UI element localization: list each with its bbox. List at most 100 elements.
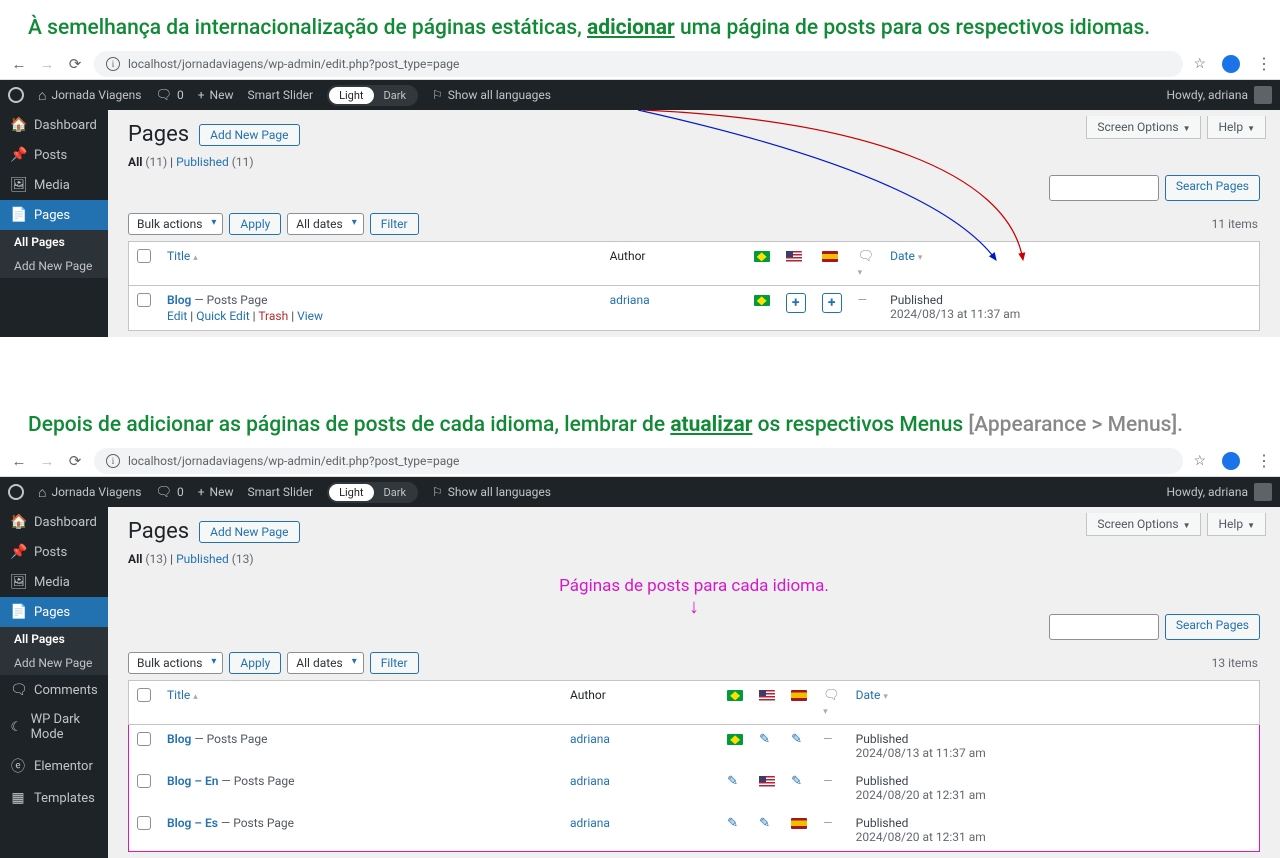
row-checkbox[interactable] <box>137 293 151 307</box>
filter-all[interactable]: All <box>128 155 142 169</box>
profile-avatar[interactable] <box>1222 452 1240 470</box>
sidebar-dashboard[interactable]: 🏠Dashboard <box>0 507 108 537</box>
search-pages-button[interactable]: Search Pages <box>1165 614 1260 640</box>
sidebar-pages[interactable]: 📄Pages <box>0 597 108 627</box>
wp-logo-icon[interactable] <box>8 87 24 103</box>
sidebar-pages[interactable]: 📄Pages <box>0 200 108 230</box>
reload-icon[interactable]: ⟳ <box>66 55 84 73</box>
sidebar-all-pages[interactable]: All Pages <box>0 627 108 651</box>
edit-translation-icon[interactable]: ✎ <box>727 774 738 789</box>
dates-select[interactable]: All dates <box>287 652 363 674</box>
row-checkbox[interactable] <box>137 732 151 746</box>
page-title-link[interactable]: Blog – En <box>167 774 218 788</box>
select-all-checkbox[interactable] <box>137 688 151 702</box>
sidebar-all-pages[interactable]: All Pages <box>0 230 108 254</box>
edit-translation-icon[interactable]: ✎ <box>727 816 738 831</box>
page-title-link[interactable]: Blog <box>167 732 191 746</box>
author-link[interactable]: adriana <box>570 732 610 746</box>
bookmark-icon[interactable]: ☆ <box>1193 453 1206 469</box>
wp-logo-icon[interactable] <box>8 484 24 500</box>
filter-button[interactable]: Filter <box>370 213 419 235</box>
site-link[interactable]: ⌂Jornada Viagens <box>38 87 141 104</box>
col-author[interactable]: Author <box>562 681 719 725</box>
add-translation-es-button[interactable]: + <box>822 293 842 313</box>
edit-translation-icon[interactable]: ✎ <box>791 732 802 747</box>
author-link[interactable]: adriana <box>610 293 650 307</box>
howdy-greeting[interactable]: Howdy, adriana <box>1166 483 1272 501</box>
edit-translation-icon[interactable]: ✎ <box>759 816 770 831</box>
apply-button[interactable]: Apply <box>229 652 281 674</box>
sidebar-posts[interactable]: 📌Posts <box>0 140 108 170</box>
info-icon[interactable]: i <box>106 57 120 71</box>
sidebar-elementor[interactable]: ⓔElementor <box>0 749 108 783</box>
new-link[interactable]: +New <box>198 88 234 102</box>
sidebar-templates[interactable]: ▦Templates <box>0 783 108 813</box>
forward-icon[interactable]: → <box>38 55 56 73</box>
add-translation-us-button[interactable]: + <box>786 293 806 313</box>
sidebar-comments[interactable]: 🗨Comments <box>0 675 108 705</box>
kebab-icon[interactable]: ⋮ <box>1256 54 1270 73</box>
sidebar-add-new-page[interactable]: Add New Page <box>0 651 108 675</box>
filter-button[interactable]: Filter <box>370 652 419 674</box>
light-pill[interactable]: Light <box>329 87 373 104</box>
edit-translation-icon[interactable]: ✎ <box>759 732 770 747</box>
col-author[interactable]: Author <box>602 242 746 286</box>
search-pages-button[interactable]: Search Pages <box>1165 175 1260 201</box>
comments-link[interactable]: 🗨0 <box>155 88 183 103</box>
sidebar-posts[interactable]: 📌Posts <box>0 537 108 567</box>
col-title[interactable]: Title ▴ <box>159 242 602 286</box>
forward-icon[interactable]: → <box>38 452 56 470</box>
sidebar-media[interactable]: 🖼Media <box>0 170 108 200</box>
kebab-icon[interactable]: ⋮ <box>1256 451 1270 470</box>
quick-edit-link[interactable]: Quick Edit <box>196 309 249 323</box>
info-icon[interactable]: i <box>106 454 120 468</box>
back-icon[interactable]: ← <box>10 55 28 73</box>
reload-icon[interactable]: ⟳ <box>66 452 84 470</box>
comments-link[interactable]: 🗨0 <box>155 485 183 500</box>
author-link[interactable]: adriana <box>570 774 610 788</box>
add-new-page-button[interactable]: Add New Page <box>199 521 299 543</box>
page-title-link[interactable]: Blog <box>167 293 191 307</box>
new-link[interactable]: +New <box>198 485 234 499</box>
bulk-actions-select[interactable]: Bulk actions <box>128 652 223 674</box>
howdy-greeting[interactable]: Howdy, adriana <box>1166 86 1272 104</box>
address-bar[interactable]: i localhost/jornadaviagens/wp-admin/edit… <box>94 51 1183 77</box>
apply-button[interactable]: Apply <box>229 213 281 235</box>
screen-options-tab[interactable]: Screen Options▼ <box>1086 513 1201 536</box>
languages-link[interactable]: ⚐Show all languages <box>432 88 551 102</box>
sidebar-dashboard[interactable]: 🏠Dashboard <box>0 110 108 140</box>
sidebar-add-new-page[interactable]: Add New Page <box>0 254 108 278</box>
filter-published[interactable]: Published <box>176 155 229 169</box>
screen-options-tab[interactable]: Screen Options▼ <box>1086 116 1201 139</box>
profile-avatar[interactable] <box>1222 55 1240 73</box>
trash-link[interactable]: Trash <box>258 309 288 323</box>
row-checkbox[interactable] <box>137 774 151 788</box>
edit-link[interactable]: Edit <box>167 309 187 323</box>
sidebar-darkmode[interactable]: ☾WP Dark Mode <box>0 705 108 749</box>
bulk-actions-select[interactable]: Bulk actions <box>128 213 223 235</box>
col-date[interactable]: Date ▾ <box>848 681 1260 725</box>
smart-slider-link[interactable]: Smart Slider <box>247 88 313 102</box>
search-input[interactable] <box>1049 175 1159 201</box>
row-checkbox[interactable] <box>137 816 151 830</box>
add-new-page-button[interactable]: Add New Page <box>199 124 299 146</box>
address-bar[interactable]: i localhost/jornadaviagens/wp-admin/edit… <box>94 448 1183 474</box>
help-tab[interactable]: Help▼ <box>1207 116 1266 139</box>
theme-toggle[interactable]: Light Dark <box>327 482 418 503</box>
dates-select[interactable]: All dates <box>287 213 363 235</box>
site-link[interactable]: ⌂Jornada Viagens <box>38 484 141 501</box>
back-icon[interactable]: ← <box>10 452 28 470</box>
theme-toggle[interactable]: Light Dark <box>327 85 418 106</box>
author-link[interactable]: adriana <box>570 816 610 830</box>
sidebar-media[interactable]: 🖼Media <box>0 567 108 597</box>
edit-translation-icon[interactable]: ✎ <box>791 774 802 789</box>
col-date[interactable]: Date ▾ <box>882 242 1259 286</box>
dark-pill[interactable]: Dark <box>374 87 417 104</box>
search-input[interactable] <box>1049 614 1159 640</box>
page-title-link[interactable]: Blog – Es <box>167 816 218 830</box>
col-title[interactable]: Title ▴ <box>159 681 562 725</box>
help-tab[interactable]: Help▼ <box>1207 513 1266 536</box>
select-all-checkbox[interactable] <box>137 249 151 263</box>
smart-slider-link[interactable]: Smart Slider <box>247 485 313 499</box>
view-link[interactable]: View <box>297 309 323 323</box>
